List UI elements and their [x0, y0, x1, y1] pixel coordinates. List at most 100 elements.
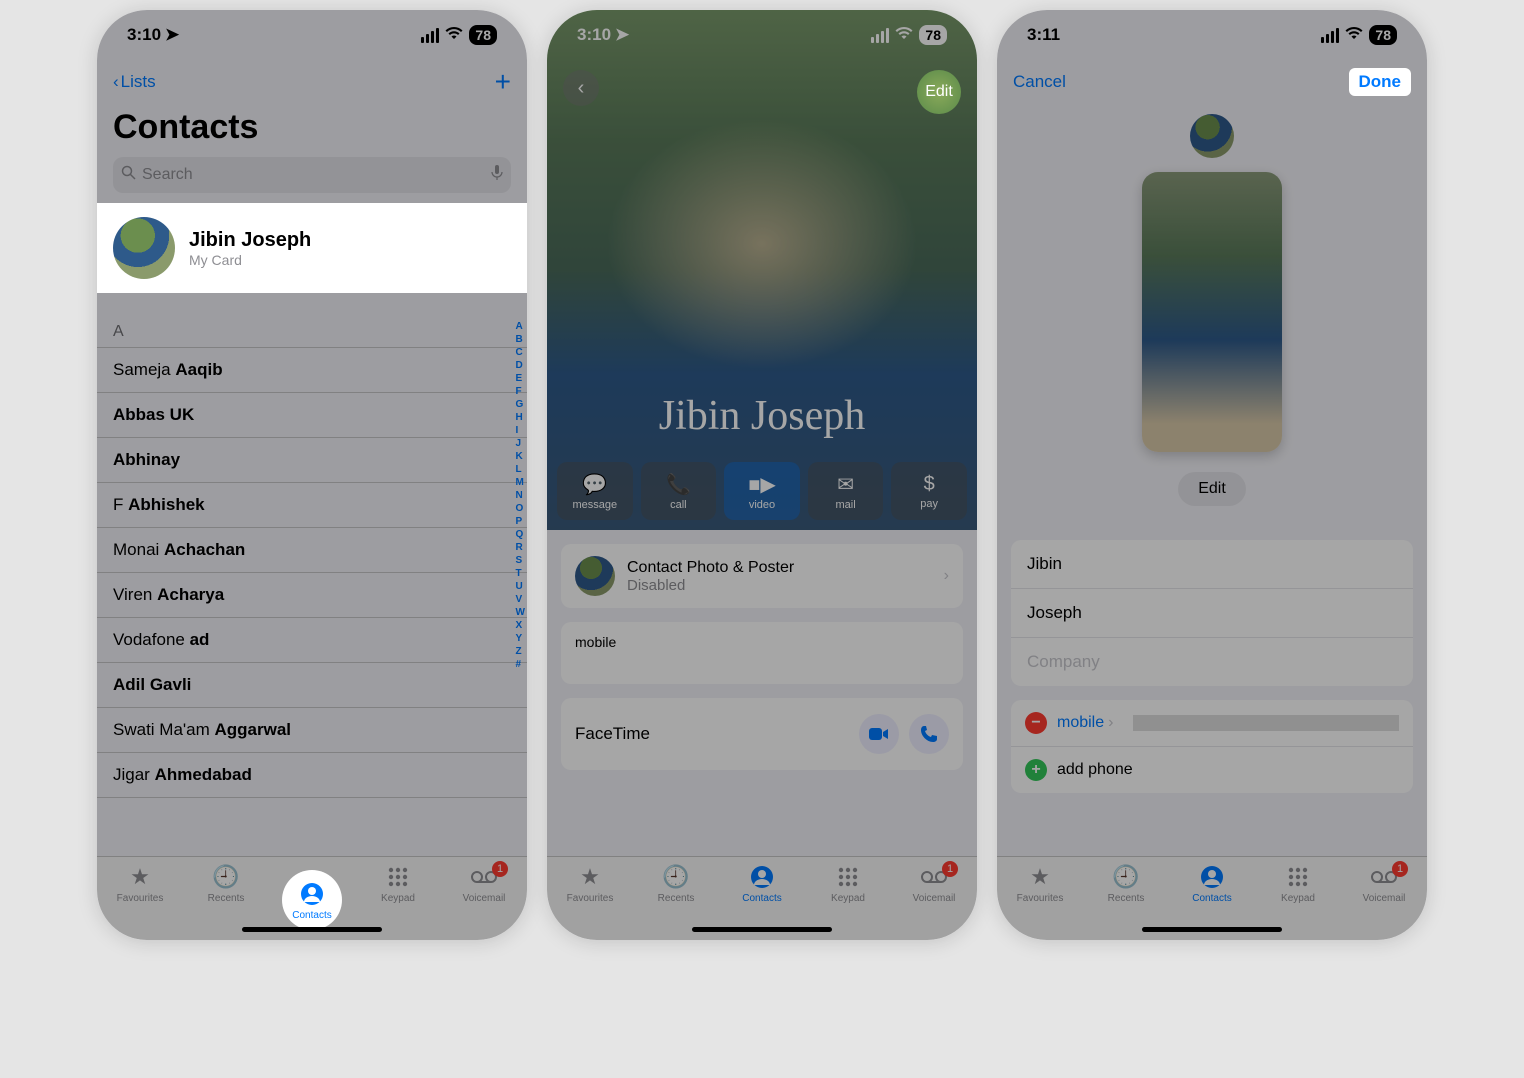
time: 3:10 — [577, 25, 611, 45]
phone-row[interactable]: − mobile› — [1011, 700, 1413, 747]
my-card-sub: My Card — [189, 252, 311, 268]
wifi-icon — [1345, 25, 1363, 45]
facetime-label: FaceTime — [575, 724, 650, 744]
back-button[interactable]: ‹ — [563, 70, 599, 106]
phone-edit-section: − mobile› + add phone — [1011, 700, 1413, 793]
tab-favourites[interactable]: ★Favourites — [1010, 863, 1070, 940]
battery: 78 — [469, 25, 497, 45]
page-title: Contacts — [97, 104, 527, 157]
voicemail-badge: 1 — [942, 861, 958, 877]
search-icon — [121, 165, 136, 185]
keypad-icon — [1284, 863, 1312, 891]
contact-row[interactable]: Adil Gavli — [97, 663, 527, 708]
add-phone-label: add phone — [1057, 761, 1133, 779]
action-row: 💬message 📞call ■▶video ✉mail $pay — [557, 462, 967, 520]
star-icon: ★ — [1026, 863, 1054, 891]
action-mail[interactable]: ✉mail — [808, 462, 884, 520]
voicemail-badge: 1 — [492, 861, 508, 877]
tab-voicemail[interactable]: 1Voicemail — [1354, 863, 1414, 940]
wifi-icon — [895, 25, 913, 45]
search-input[interactable]: Search — [113, 157, 511, 193]
contact-name: Jibin Joseph — [547, 392, 977, 440]
name-form: Jibin Joseph Company — [1011, 540, 1413, 686]
contact-row[interactable]: Sameja Aaqib — [97, 348, 527, 393]
location-icon: ➤ — [165, 25, 179, 45]
contact-row[interactable]: Viren Acharya — [97, 573, 527, 618]
back-lists-button[interactable]: ‹ Lists — [113, 72, 156, 92]
status-bar: 3:11 78 — [997, 10, 1427, 60]
add-phone-row[interactable]: + add phone — [1011, 747, 1413, 793]
keypad-icon — [384, 863, 412, 891]
avatar-thumb[interactable] — [1190, 114, 1234, 158]
voicemail-badge: 1 — [1392, 861, 1408, 877]
home-indicator[interactable] — [1142, 927, 1282, 932]
photo-poster-row[interactable]: Contact Photo & Poster Disabled › — [561, 544, 963, 608]
search-placeholder: Search — [142, 166, 193, 184]
tab-voicemail[interactable]: 1Voicemail — [454, 863, 514, 940]
video-icon: ■▶ — [748, 472, 775, 497]
phone-screen-3: 3:11 78 Cancel Done Edit Jibin Joseph Co… — [997, 10, 1427, 940]
contact-row[interactable]: Swati Ma'am Aggarwal — [97, 708, 527, 753]
contact-row[interactable]: Abhinay — [97, 438, 527, 483]
status-bar: 3:10 ➤ 78 — [97, 10, 527, 60]
avatar-thumb — [575, 556, 615, 596]
avatar — [113, 217, 175, 279]
index-bar[interactable]: ABCDEFGHIJKLMNOPQRSTUVWXYZ# — [516, 320, 525, 671]
contact-row[interactable]: F Abhishek — [97, 483, 527, 528]
wifi-icon — [445, 26, 463, 45]
tab-favourites[interactable]: ★Favourites — [110, 863, 170, 940]
facetime-row: FaceTime — [561, 698, 963, 770]
my-card-row[interactable]: Jibin Joseph My Card — [97, 203, 527, 293]
phone-type-button[interactable]: mobile› — [1057, 714, 1113, 732]
last-name-field[interactable]: Joseph — [1011, 589, 1413, 638]
time: 3:10 — [127, 25, 161, 45]
action-call[interactable]: 📞call — [641, 462, 717, 520]
phone-label: mobile — [575, 634, 949, 650]
company-field[interactable]: Company — [1011, 638, 1413, 686]
mic-icon[interactable] — [491, 165, 503, 186]
my-card-name: Jibin Joseph — [189, 229, 311, 252]
tab-contacts-highlighted[interactable]: Contacts — [282, 870, 342, 930]
phone-icon: 📞 — [666, 472, 691, 497]
tab-favourites[interactable]: ★Favourites — [560, 863, 620, 940]
phone-number-row[interactable]: mobile — [561, 622, 963, 684]
action-message[interactable]: 💬message — [557, 462, 633, 520]
edit-button-highlighted[interactable]: Edit — [917, 70, 961, 114]
action-video[interactable]: ■▶video — [724, 462, 800, 520]
phone-value-redacted[interactable] — [1133, 715, 1399, 731]
message-icon: 💬 — [582, 472, 607, 497]
tab-voicemail[interactable]: 1Voicemail — [904, 863, 964, 940]
add-contact-button[interactable]: + — [495, 66, 511, 98]
phone-screen-1: 3:10 ➤ 78 ‹ Lists + Contacts Search — [97, 10, 527, 940]
contacts-list[interactable]: Sameja AaqibAbbas UKAbhinayF AbhishekMon… — [97, 348, 527, 798]
poster-preview-area: Edit — [997, 104, 1427, 526]
edit-poster-button[interactable]: Edit — [1178, 472, 1246, 506]
contact-poster: 3:10➤ 78 ‹ Edit Jibin Joseph 💬message 📞c… — [547, 10, 977, 530]
signal-icon — [1321, 28, 1339, 43]
action-pay[interactable]: $pay — [891, 462, 967, 520]
contact-row[interactable]: Jigar Ahmedabad — [97, 753, 527, 798]
facetime-video-button[interactable] — [859, 714, 899, 754]
nav-bar: ‹ Lists + — [97, 60, 527, 104]
contact-row[interactable]: Abbas UK — [97, 393, 527, 438]
contact-row[interactable]: Vodafone ad — [97, 618, 527, 663]
facetime-audio-button[interactable] — [909, 714, 949, 754]
battery: 78 — [1369, 25, 1397, 45]
home-indicator[interactable] — [692, 927, 832, 932]
add-phone-button[interactable]: + — [1025, 759, 1047, 781]
done-button-highlighted[interactable]: Done — [1349, 68, 1412, 96]
remove-phone-button[interactable]: − — [1025, 712, 1047, 734]
location-icon: ➤ — [615, 25, 629, 45]
signal-icon — [871, 28, 889, 43]
first-name-field[interactable]: Jibin — [1011, 540, 1413, 589]
contacts-icon — [748, 863, 776, 891]
battery: 78 — [919, 25, 947, 45]
section-header: A — [97, 293, 527, 348]
home-indicator[interactable] — [242, 927, 382, 932]
cancel-button[interactable]: Cancel — [1013, 72, 1066, 92]
clock-icon: 🕘 — [212, 863, 240, 891]
contact-row[interactable]: Monai Achachan — [97, 528, 527, 573]
phone-value-redacted — [575, 652, 949, 672]
poster-preview[interactable] — [1142, 172, 1282, 452]
chevron-right-icon: › — [944, 567, 949, 585]
